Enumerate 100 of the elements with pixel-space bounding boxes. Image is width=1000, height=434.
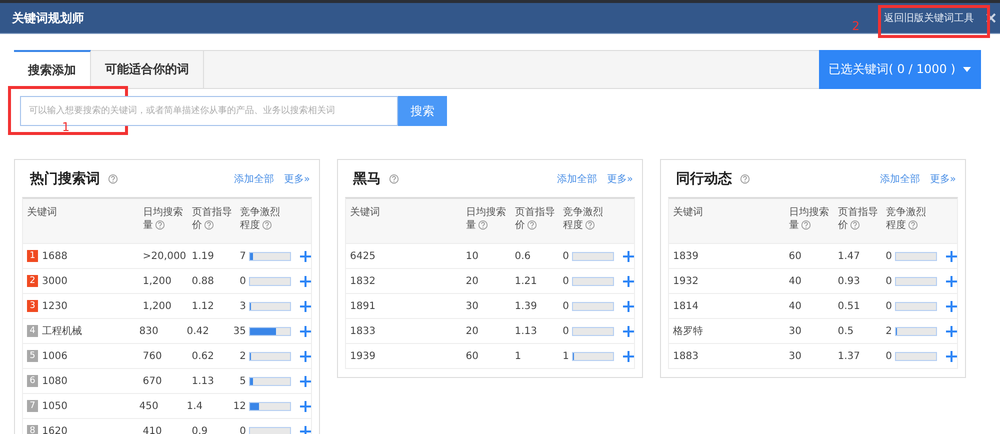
- search-volume: 20: [466, 276, 479, 286]
- help-icon[interactable]: [585, 220, 595, 230]
- keyword: 1833: [350, 326, 376, 336]
- rank-badge: 2: [27, 275, 38, 287]
- price: 1.4: [186, 400, 203, 412]
- search-volume: 60: [466, 350, 479, 362]
- help-icon[interactable]: [908, 220, 918, 230]
- panel-title: 热门搜索词: [30, 170, 100, 188]
- keyword: 6425: [350, 250, 376, 262]
- close-icon[interactable]: [986, 13, 996, 23]
- add-icon[interactable]: [300, 350, 312, 362]
- add-all-link[interactable]: 添加全部: [556, 172, 597, 186]
- price: 1.39: [514, 300, 537, 312]
- competition-value: 0: [886, 300, 892, 312]
- more-link[interactable]: 更多»: [606, 172, 633, 186]
- help-icon[interactable]: [850, 220, 860, 230]
- add-icon[interactable]: [946, 276, 958, 286]
- price: 0.51: [838, 300, 860, 312]
- add-icon[interactable]: [946, 326, 958, 336]
- rank-badge: 8: [27, 425, 38, 434]
- search-volume: >20,000: [142, 250, 186, 262]
- column-header: 竞争激烈程度: [240, 206, 281, 232]
- search-volume: 1,200: [142, 276, 172, 286]
- search-volume: 670: [142, 376, 162, 386]
- selected-keywords-button[interactable]: 已选关键词( 0 / 1000 ): [819, 50, 981, 89]
- search-volume: 1,200: [142, 300, 172, 312]
- keyword: 1932: [673, 276, 698, 286]
- competition-value: 3: [240, 300, 246, 312]
- search-button[interactable]: 搜索: [398, 96, 447, 126]
- price: 1.13: [192, 376, 214, 386]
- tab[interactable]: 搜索添加: [14, 50, 91, 89]
- old-version-button[interactable]: 返回旧版关键词工具: [880, 11, 978, 25]
- keyword: 1883: [673, 350, 698, 362]
- search-volume: 30: [466, 300, 479, 312]
- price: 1.19: [192, 250, 214, 262]
- price: 1.12: [192, 300, 214, 312]
- competition-value: 0: [886, 250, 892, 262]
- add-icon[interactable]: [623, 276, 634, 286]
- keyword: 1050: [42, 400, 68, 412]
- search-volume: 30: [788, 350, 802, 362]
- add-all-link[interactable]: 添加全部: [234, 172, 274, 186]
- more-link[interactable]: 更多»: [284, 172, 310, 186]
- add-all-link[interactable]: 添加全部: [880, 172, 920, 186]
- add-icon[interactable]: [300, 326, 312, 336]
- add-icon[interactable]: [300, 400, 312, 412]
- add-icon[interactable]: [623, 326, 634, 336]
- column-header: 页首指导价: [838, 206, 878, 232]
- price: 1.21: [514, 276, 537, 286]
- help-icon[interactable]: [108, 174, 118, 184]
- help-icon[interactable]: [389, 174, 399, 184]
- keyword: 工程机械: [42, 324, 82, 338]
- rank-badge: 5: [27, 350, 38, 362]
- help-icon[interactable]: [155, 220, 165, 230]
- competition-value: 0: [240, 276, 246, 286]
- panel-title: 同行动态: [676, 170, 732, 188]
- search-volume: 830: [139, 326, 158, 336]
- panel-title: 黑马: [353, 170, 381, 188]
- column-header: 竞争激烈程度: [563, 206, 604, 232]
- more-link[interactable]: 更多»: [930, 172, 956, 186]
- search-volume: 20: [466, 326, 479, 336]
- price: 0.62: [192, 350, 214, 362]
- add-icon[interactable]: [300, 276, 312, 286]
- price: 0.6: [514, 250, 531, 262]
- rank-badge: 4: [27, 325, 38, 337]
- competition-value: 1: [562, 350, 570, 362]
- search-volume: 60: [788, 250, 802, 262]
- help-icon[interactable]: [262, 220, 272, 230]
- help-icon[interactable]: [478, 220, 488, 230]
- keyword: 1839: [673, 250, 698, 262]
- caret-icon[interactable]: [963, 67, 972, 72]
- price: 0.88: [192, 276, 214, 286]
- add-icon[interactable]: [623, 350, 634, 362]
- help-icon[interactable]: [801, 220, 811, 230]
- price: 0.9: [192, 426, 208, 434]
- add-icon[interactable]: [946, 250, 958, 262]
- add-icon[interactable]: [300, 426, 312, 434]
- competition-value: 12: [233, 400, 246, 412]
- competition-value: 0: [240, 426, 246, 434]
- search-volume: 40: [788, 300, 802, 312]
- add-icon[interactable]: [623, 250, 634, 262]
- add-icon[interactable]: [946, 300, 958, 312]
- competition-value: 0: [562, 250, 570, 262]
- column-header: 关键词: [27, 206, 57, 219]
- help-icon[interactable]: [204, 220, 214, 230]
- rank-badge: 1: [27, 250, 38, 262]
- search-volume: 450: [139, 400, 158, 412]
- add-icon[interactable]: [300, 300, 312, 312]
- competition-value: 0: [562, 300, 570, 312]
- price: 0.93: [838, 276, 860, 286]
- add-icon[interactable]: [946, 350, 958, 362]
- help-icon[interactable]: [527, 220, 537, 230]
- keyword: 1230: [42, 300, 68, 312]
- add-icon[interactable]: [300, 376, 312, 386]
- search-volume: 10: [466, 250, 479, 262]
- help-icon[interactable]: [740, 174, 750, 184]
- tab[interactable]: 可能适合你的词: [91, 51, 204, 88]
- search-volume: 30: [788, 326, 802, 336]
- add-icon[interactable]: [300, 250, 312, 262]
- price: 1.37: [838, 350, 860, 362]
- add-icon[interactable]: [623, 300, 634, 312]
